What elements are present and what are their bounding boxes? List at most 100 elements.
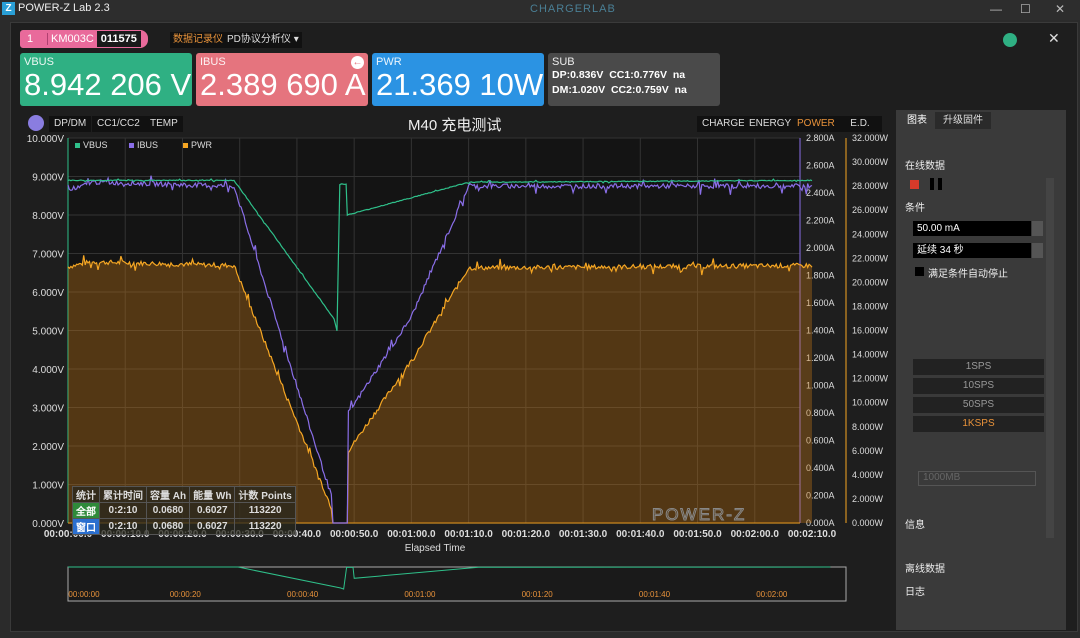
- tab-firmware[interactable]: 升级固件: [935, 112, 991, 129]
- stats-cell: 窗口: [72, 518, 100, 535]
- y-right-tick-label: 8.000W: [852, 422, 884, 432]
- overview-tick-label: 00:01:40: [639, 590, 671, 599]
- dm-value: DM:1.020V: [552, 84, 606, 96]
- device-tag[interactable]: 1 KM003C 011575: [20, 30, 148, 48]
- close-button[interactable]: ✕: [1055, 2, 1065, 16]
- overview-tick-label: 00:00:00: [68, 590, 100, 599]
- arrow-left-icon[interactable]: ←: [351, 56, 364, 69]
- x-tick-label: 00:02:10.0: [788, 529, 837, 540]
- main-chart[interactable]: 00:00:00.000:00:10.000:00:20.000:00:30.0…: [0, 130, 895, 610]
- stats-cell: 113220: [234, 502, 296, 519]
- current-spinner[interactable]: [1032, 221, 1043, 236]
- y-left-tick-label: 4.000V: [32, 365, 64, 376]
- overview-tick-label: 00:00:40: [287, 590, 319, 599]
- vbus-label: VBUS: [24, 56, 54, 68]
- overview-tick-label: 00:02:00: [756, 590, 788, 599]
- mode-data-logger[interactable]: 数据记录仪: [170, 32, 226, 48]
- dp-value: DP:0.836V: [552, 69, 604, 81]
- y-right-tick-label: 32.000W: [852, 133, 889, 143]
- duration-input[interactable]: 延续 34 秒: [913, 243, 1031, 258]
- stats-header: 统计: [72, 486, 100, 503]
- stats-cell: 0:2:10: [99, 518, 147, 535]
- y-right-tick-label: 16.000W: [852, 326, 889, 336]
- chevron-down-icon: ▾: [293, 34, 299, 45]
- info-label: 信息: [905, 520, 925, 531]
- stats-cell: 0:2:10: [99, 502, 147, 519]
- rate-1ksps[interactable]: 1KSPS: [913, 416, 1044, 432]
- ibus-value: 2.389 690 A: [200, 67, 366, 102]
- vbus-value: 8.942 206 V: [24, 67, 192, 102]
- y-right-tick-label: 10.000W: [852, 398, 889, 408]
- cc1-value: CC1:0.776V: [609, 69, 667, 81]
- side-scrollbar[interactable]: [1046, 178, 1054, 538]
- y-left-tick-label: 7.000V: [32, 250, 64, 261]
- stats-cell: 全部: [72, 502, 100, 519]
- stop-record-icon[interactable]: [910, 180, 919, 189]
- stats-cell: 113220: [234, 518, 296, 535]
- y-mid-tick-label: 2.600A: [806, 161, 835, 171]
- y-left-tick-label: 0.000V: [32, 519, 64, 530]
- current-threshold-input[interactable]: 50.00 mA: [913, 221, 1031, 236]
- app-title-text: POWER-Z Lab 2.3: [18, 2, 110, 14]
- x-tick-label: 00:01:40.0: [616, 529, 665, 540]
- mode-pd-analyzer-dropdown[interactable]: PD协议分析仪 ▾: [224, 32, 302, 48]
- brand-logo: CHARGERLAB: [530, 3, 616, 15]
- duration-spinner[interactable]: [1032, 243, 1043, 258]
- x-tick-label: 00:01:30.0: [559, 529, 608, 540]
- autostop-checkbox[interactable]: [915, 267, 924, 276]
- stats-cell: 0.6027: [189, 518, 236, 535]
- y-mid-tick-label: 2.200A: [806, 216, 835, 226]
- record-status-icon[interactable]: [1003, 33, 1017, 47]
- x-axis-label: Elapsed Time: [405, 543, 466, 554]
- x-tick-label: 00:00:50.0: [330, 529, 379, 540]
- x-tick-label: 00:02:00.0: [731, 529, 780, 540]
- y-left-tick-label: 9.000V: [32, 173, 64, 184]
- x-tick-label: 00:01:00.0: [387, 529, 436, 540]
- device-model: KM003C: [47, 33, 97, 45]
- y-right-tick-label: 18.000W: [852, 301, 889, 311]
- rate-50sps[interactable]: 50SPS: [913, 397, 1044, 413]
- y-left-tick-label: 10.000V: [27, 134, 65, 145]
- stats-header: 容量 Ah: [145, 486, 191, 503]
- rate-1sps[interactable]: 1SPS: [913, 359, 1044, 375]
- stats-row: 全部 0:2:10 0.0680 0.6027 113220: [72, 502, 296, 519]
- stats-header: 累计时间: [99, 486, 147, 503]
- offline-data-section[interactable]: 离线数据: [905, 560, 945, 577]
- legend-swatch: [75, 143, 80, 148]
- x-tick-label: 00:01:10.0: [444, 529, 493, 540]
- y-right-tick-label: 24.000W: [852, 229, 889, 239]
- tab-chart[interactable]: 图表: [899, 112, 935, 129]
- stats-header-row: 统计 累计时间 容量 Ah 能量 Wh 计数 Points: [72, 486, 296, 503]
- online-data-section[interactable]: 在线数据: [905, 157, 945, 174]
- y-mid-tick-label: 2.400A: [806, 188, 835, 198]
- pwr-label: PWR: [376, 56, 402, 68]
- autostop-label: 满足条件自动停止: [928, 269, 1008, 280]
- y-left-tick-label: 8.000V: [32, 211, 64, 222]
- app-title: POWER-Z Lab 2.3: [2, 2, 110, 14]
- stats-header: 计数 Points: [234, 486, 296, 503]
- minimize-button[interactable]: —: [990, 2, 1002, 16]
- y-right-tick-label: 20.000W: [852, 277, 889, 287]
- na-value: na: [674, 84, 687, 96]
- legend-label: PWR: [191, 140, 212, 150]
- y-left-tick-label: 6.000V: [32, 288, 64, 299]
- y-right-tick-label: 14.000W: [852, 350, 889, 360]
- pause-icon[interactable]: [930, 178, 942, 190]
- y-mid-tick-label: 2.800A: [806, 133, 835, 143]
- legend-label: VBUS: [83, 140, 108, 150]
- chart-settings-icon[interactable]: [28, 115, 44, 131]
- power-z-watermark-logo: POWER-Z: [651, 505, 747, 525]
- legend-label: IBUS: [137, 140, 158, 150]
- y-left-tick-label: 2.000V: [32, 442, 64, 453]
- maximize-button[interactable]: ☐: [1020, 2, 1031, 16]
- legend-swatch: [183, 143, 188, 148]
- close-panel-icon[interactable]: ✕: [1048, 30, 1060, 47]
- rate-10sps[interactable]: 10SPS: [913, 378, 1044, 394]
- buffer-select[interactable]: 1000MB: [918, 471, 1036, 486]
- x-tick-label: 00:01:50.0: [673, 529, 722, 540]
- sub-card: SUB DP:0.836V CC1:0.776V na DM:1.020V CC…: [548, 53, 720, 106]
- mode-dropdown-label: PD协议分析仪: [227, 34, 291, 45]
- log-section[interactable]: 日志: [905, 583, 925, 600]
- stats-header: 能量 Wh: [189, 486, 236, 503]
- x-tick-label: 00:01:20.0: [502, 529, 551, 540]
